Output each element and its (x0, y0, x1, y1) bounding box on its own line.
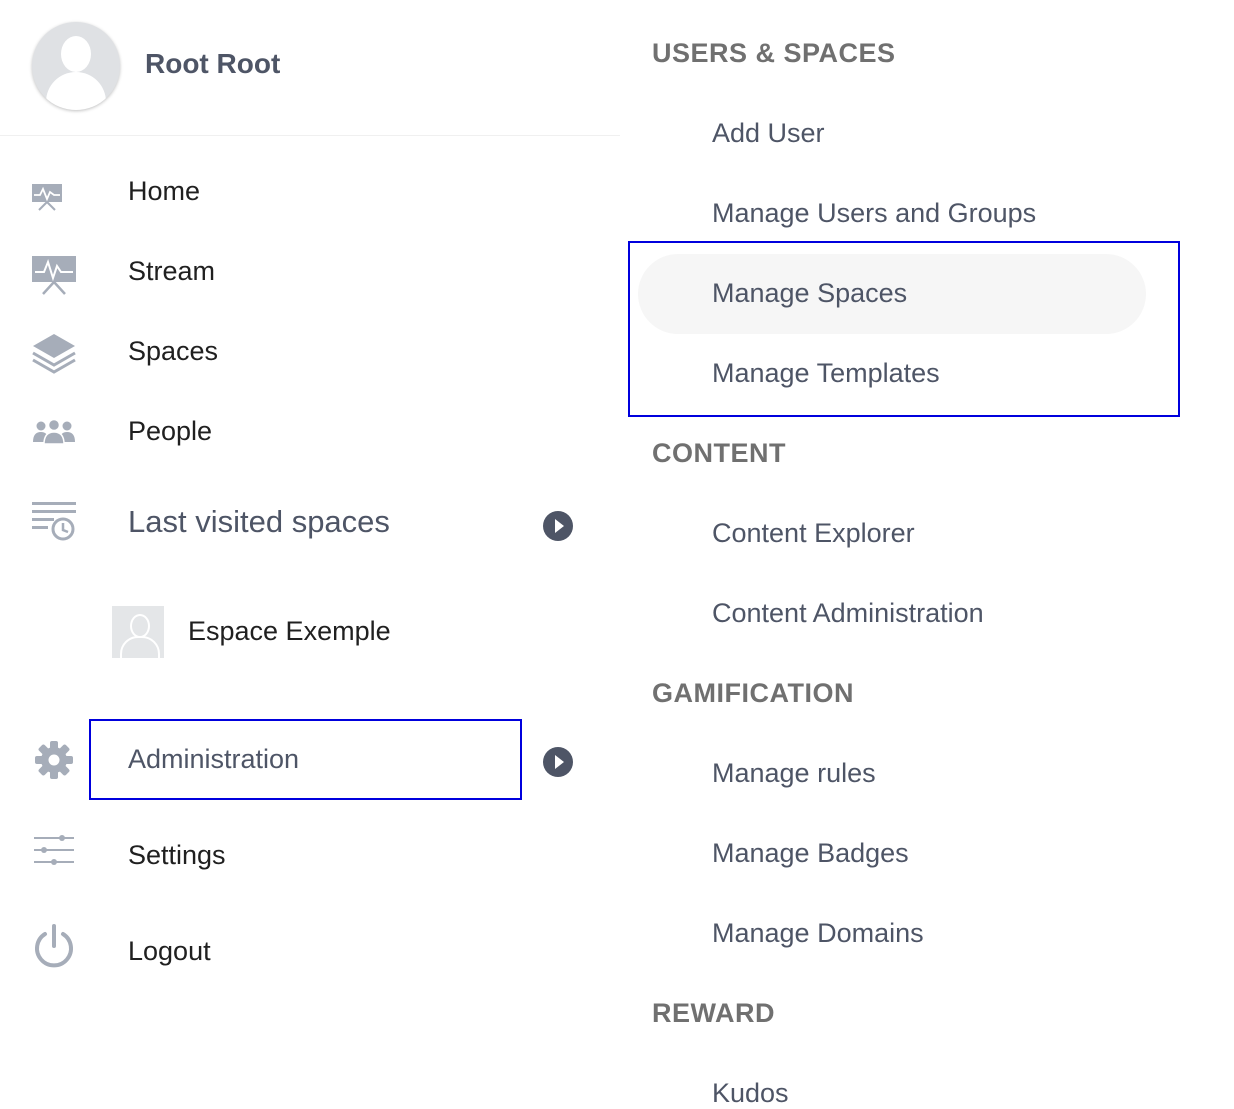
nav-item-people[interactable]: People (0, 402, 620, 462)
spaces-icon (32, 334, 76, 374)
submenu-item-add-user[interactable]: Add User (712, 118, 825, 149)
avatar[interactable] (32, 22, 120, 110)
people-icon (33, 418, 75, 445)
recent-space-item[interactable]: Espace Exemple (0, 600, 620, 664)
nav-item-stream[interactable]: Stream (0, 242, 620, 302)
expand-arrow-icon[interactable] (543, 511, 573, 541)
submenu-item-manage-badges[interactable]: Manage Badges (712, 838, 909, 869)
user-name[interactable]: Root Root (145, 48, 280, 80)
gear-icon (35, 741, 73, 779)
submenu-item-content-explorer[interactable]: Content Explorer (712, 518, 915, 549)
nav-item-logout[interactable]: Logout (0, 922, 620, 982)
section-title-content: CONTENT (652, 438, 786, 468)
nav-label-stream: Stream (128, 256, 216, 286)
section-title-users-spaces: USERS & SPACES (652, 38, 896, 68)
submenu-item-manage-domains[interactable]: Manage Domains (712, 918, 924, 949)
nav-label-logout: Logout (128, 936, 211, 966)
submenu-item-kudos[interactable]: Kudos (712, 1078, 789, 1109)
nav-item-settings[interactable]: Settings (0, 826, 620, 886)
recent-space-label: Espace Exemple (188, 616, 391, 646)
highlight-box-administration (89, 719, 522, 800)
space-avatar (112, 606, 164, 658)
power-icon (35, 924, 73, 968)
highlight-box-spaces-templates (628, 241, 1180, 417)
expand-arrow-icon[interactable] (543, 747, 573, 777)
submenu-item-manage-rules[interactable]: Manage rules (712, 758, 876, 789)
nav-label-people: People (128, 416, 213, 446)
nav-label-settings: Settings (128, 840, 226, 870)
profile-header: Root Root (0, 0, 620, 136)
submenu-item-manage-users-groups[interactable]: Manage Users and Groups (712, 198, 1036, 229)
sliders-icon (34, 835, 74, 865)
nav-label-last-visited-spaces: Last visited spaces (128, 504, 390, 539)
administration-submenu: USERS & SPACES Add User Manage Users and… (620, 0, 1234, 1108)
section-title-gamification: GAMIFICATION (652, 678, 854, 708)
section-title-reward: REWARD (652, 998, 775, 1028)
recent-spaces-icon (32, 502, 76, 541)
navigation-drawer: Root Root Home Stream Spaces People Last… (0, 0, 620, 1100)
nav-item-home[interactable]: Home (0, 162, 620, 222)
stream-icon (32, 256, 76, 295)
home-icon (32, 184, 62, 211)
nav-label-spaces: Spaces (128, 336, 219, 366)
submenu-item-content-administration[interactable]: Content Administration (712, 598, 984, 629)
nav-label-home: Home (128, 176, 201, 206)
nav-item-last-visited-spaces[interactable]: Last visited spaces (0, 494, 620, 554)
nav-item-spaces[interactable]: Spaces (0, 322, 620, 382)
